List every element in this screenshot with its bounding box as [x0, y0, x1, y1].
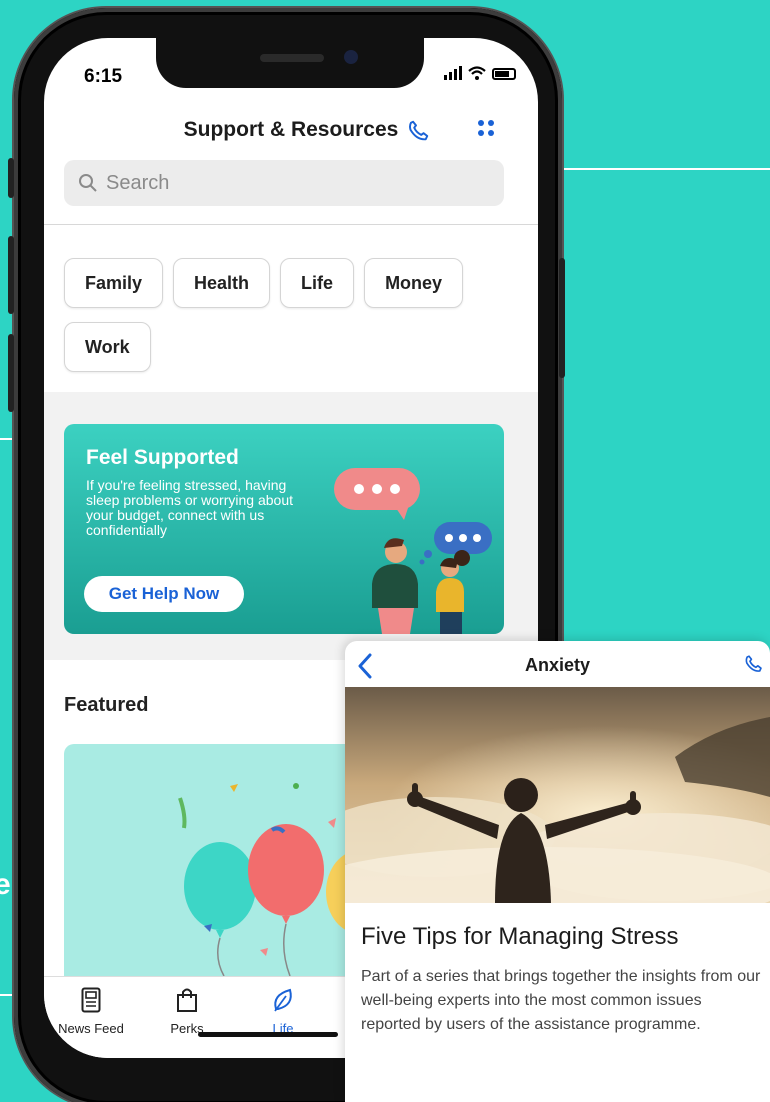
- phone-mute-button: [8, 158, 14, 198]
- header-divider: [44, 224, 538, 225]
- cellular-signal-icon: [444, 66, 462, 80]
- article-nav-title: Anxiety: [524, 655, 591, 675]
- tab-perks[interactable]: Perks: [142, 987, 232, 1036]
- tab-news-feed[interactable]: News Feed: [46, 987, 136, 1036]
- tab-life[interactable]: Life: [238, 987, 328, 1036]
- article-body: Part of a series that brings together th…: [361, 968, 761, 1033]
- leaf-icon: [274, 988, 292, 1012]
- phone-call-icon[interactable]: [743, 653, 765, 680]
- shopping-bag-icon: [177, 988, 197, 1012]
- banner-title: Feel Supported: [86, 446, 239, 469]
- phone-notch: [156, 38, 424, 88]
- category-chips: Family Health Life Money Work: [64, 258, 504, 372]
- category-chip-life[interactable]: Life: [280, 258, 355, 308]
- apps-grid-icon[interactable]: [478, 120, 494, 136]
- search-icon: [79, 174, 97, 192]
- status-icons: [444, 66, 516, 80]
- home-indicator: [198, 1032, 338, 1037]
- phone-volume-up-button: [8, 236, 14, 314]
- banner-text: If you're feeling stressed, having sleep…: [86, 477, 293, 538]
- partial-side-text: e: [0, 868, 11, 901]
- speaker-grille: [260, 54, 324, 62]
- phone-volume-down-button: [8, 334, 14, 412]
- featured-heading: Featured: [64, 694, 149, 716]
- search-input[interactable]: Search: [64, 160, 504, 206]
- battery-icon: [492, 68, 516, 80]
- status-time: 6:15: [84, 66, 123, 87]
- category-chip-work[interactable]: Work: [64, 322, 151, 372]
- category-chip-health[interactable]: Health: [173, 258, 271, 308]
- search-placeholder: Search: [106, 171, 170, 194]
- category-chip-money[interactable]: Money: [364, 258, 464, 308]
- article-card: Anxiety Five Tips for Managing Stress Pa…: [345, 641, 770, 1102]
- page-title: Support & Resources: [183, 118, 399, 141]
- support-banner[interactable]: Feel Supported If you're feeling stresse…: [64, 424, 504, 634]
- article-photo: [345, 687, 770, 903]
- phone-call-icon[interactable]: [406, 118, 432, 149]
- get-help-now-button[interactable]: Get Help Now: [84, 576, 244, 612]
- category-chip-family[interactable]: Family: [64, 258, 164, 308]
- people-talking-illustration: [334, 468, 492, 634]
- decorative-line-top: [548, 168, 770, 170]
- front-camera: [344, 50, 358, 64]
- wifi-icon: [468, 66, 486, 80]
- phone-power-button: [559, 258, 565, 378]
- tab-label: News Feed: [58, 1021, 124, 1036]
- article-heading: Five Tips for Managing Stress: [361, 923, 679, 950]
- news-feed-icon: [81, 987, 101, 1013]
